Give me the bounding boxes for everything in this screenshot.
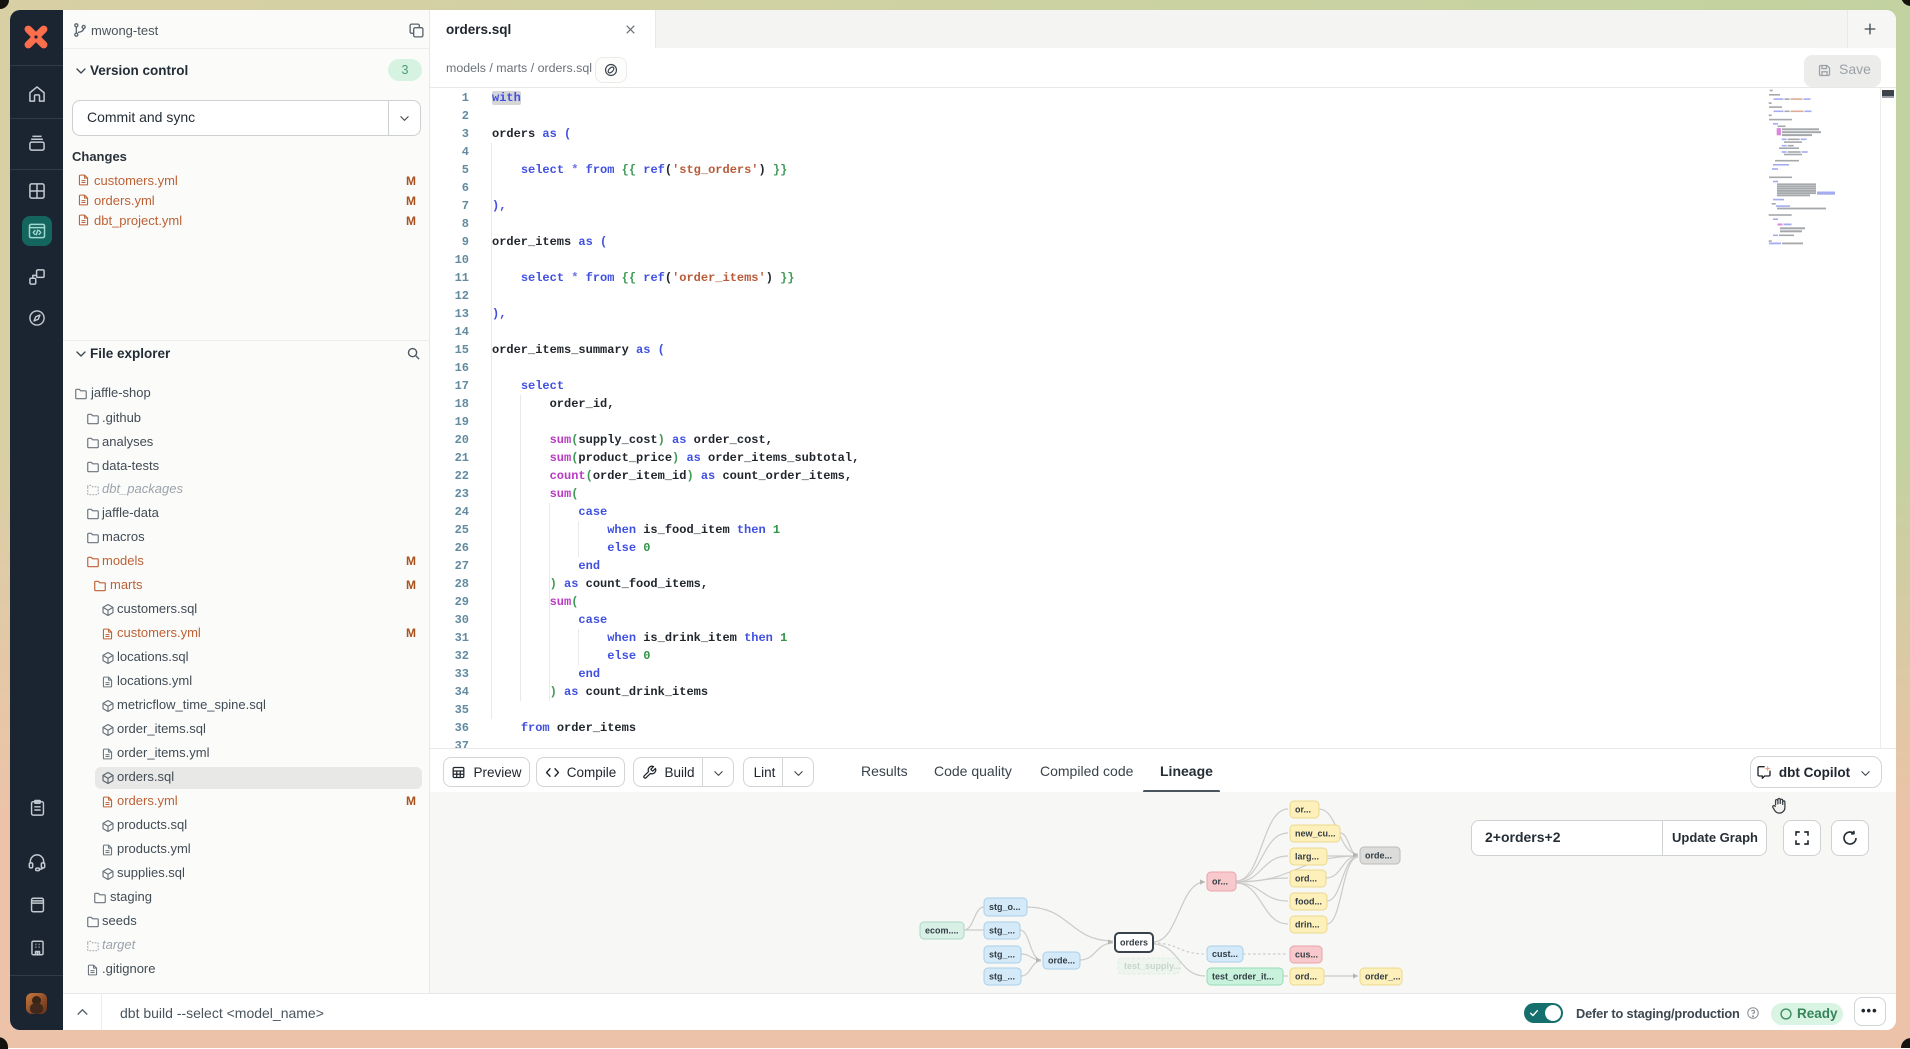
- svg-text:orde...: orde...: [1365, 851, 1392, 861]
- svg-text:drin...: drin...: [1295, 920, 1320, 930]
- svg-text:new_cu...: new_cu...: [1295, 829, 1336, 839]
- svg-text:larg...: larg...: [1295, 852, 1319, 862]
- svg-text:order_...: order_...: [1365, 972, 1401, 982]
- svg-text:ecom....: ecom....: [925, 926, 959, 936]
- svg-text:orde...: orde...: [1048, 956, 1075, 966]
- svg-text:test_supply...: test_supply...: [1124, 961, 1181, 971]
- svg-text:orders: orders: [1120, 938, 1148, 948]
- svg-text:or...: or...: [1212, 877, 1228, 887]
- svg-text:or...: or...: [1295, 805, 1311, 815]
- svg-text:food...: food...: [1295, 897, 1322, 907]
- svg-text:cust...: cust...: [1212, 949, 1238, 959]
- svg-text:ord...: ord...: [1295, 874, 1317, 884]
- svg-text:stg_...: stg_...: [989, 926, 1015, 936]
- svg-text:test_order_it...: test_order_it...: [1212, 972, 1274, 982]
- svg-text:stg_o...: stg_o...: [989, 902, 1021, 912]
- svg-text:cus...: cus...: [1295, 950, 1318, 960]
- svg-text:stg_...: stg_...: [989, 950, 1015, 960]
- svg-text:stg_...: stg_...: [989, 972, 1015, 982]
- svg-text:ord...: ord...: [1295, 972, 1317, 982]
